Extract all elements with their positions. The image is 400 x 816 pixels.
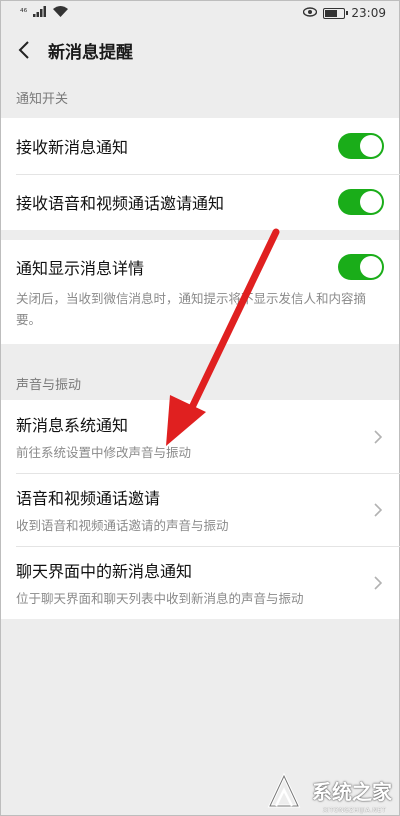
row-subtitle: 前往系统设置中修改声音与振动 — [16, 445, 192, 460]
new-message-system-notification-row[interactable]: 新消息系统通知 前往系统设置中修改声音与振动 — [0, 400, 400, 473]
chevron-left-icon — [18, 41, 29, 59]
status-time: 23:09 — [351, 6, 386, 20]
receive-new-messages-row: 接收新消息通知 — [0, 118, 400, 174]
show-details-card: 通知显示消息详情 关闭后，当收到微信消息时，通知提示将不显示发信人和内容摘要。 — [0, 240, 400, 344]
chevron-right-icon — [374, 429, 382, 444]
chevron-right-icon — [374, 575, 382, 590]
sound-vibration-card: 新消息系统通知 前往系统设置中修改声音与振动 语音和视频通话邀请 收到语音和视频… — [0, 400, 400, 619]
signal-icon: ⁴⁶ — [20, 8, 28, 18]
row-title: 语音和视频通话邀请 — [16, 489, 161, 508]
receive-new-messages-label: 接收新消息通知 — [16, 138, 129, 157]
chevron-right-icon — [374, 502, 382, 517]
section-header-notification-switch: 通知开关 — [16, 92, 69, 107]
show-details-description: 关闭后，当收到微信消息时，通知提示将不显示发信人和内容摘要。 — [16, 291, 367, 327]
nav-bar: 新消息提醒 — [0, 26, 400, 74]
section-header-sound-vibration: 声音与振动 — [16, 378, 82, 393]
receive-av-invite-row: 接收语音和视频通话邀请通知 — [0, 174, 400, 230]
row-subtitle: 收到语音和视频通话邀请的声音与振动 — [16, 518, 229, 533]
eye-comfort-icon — [303, 6, 318, 20]
row-title: 新消息系统通知 — [16, 416, 129, 435]
page-title: 新消息提醒 — [48, 42, 133, 63]
receive-av-invite-label: 接收语音和视频通话邀请通知 — [16, 194, 225, 213]
watermark: 系统之家 — [262, 770, 392, 810]
show-details-toggle[interactable] — [338, 254, 384, 280]
receive-new-messages-toggle[interactable] — [338, 133, 384, 159]
watermark-subtext: XITONGZHIJIA.NET — [322, 807, 386, 814]
battery-icon — [323, 7, 349, 19]
notification-switch-card: 接收新消息通知 接收语音和视频通话邀请通知 — [0, 118, 400, 230]
show-details-row: 通知显示消息详情 关闭后，当收到微信消息时，通知提示将不显示发信人和内容摘要。 — [0, 240, 400, 344]
cell-bars-icon — [33, 6, 47, 20]
av-invite-sound-row[interactable]: 语音和视频通话邀请 收到语音和视频通话邀请的声音与振动 — [0, 473, 400, 546]
watermark-logo-icon — [267, 772, 301, 808]
show-details-label: 通知显示消息详情 — [16, 259, 145, 278]
receive-av-invite-toggle[interactable] — [338, 189, 384, 215]
chat-new-message-sound-row[interactable]: 聊天界面中的新消息通知 位于聊天界面和聊天列表中收到新消息的声音与振动 — [0, 546, 400, 619]
row-subtitle: 位于聊天界面和聊天列表中收到新消息的声音与振动 — [16, 591, 304, 606]
wifi-icon — [53, 6, 69, 20]
row-title: 聊天界面中的新消息通知 — [16, 562, 193, 581]
back-button[interactable] — [12, 38, 36, 62]
status-bar: ⁴⁶ 23:09 — [0, 0, 400, 26]
watermark-text: 系统之家 — [312, 779, 392, 804]
